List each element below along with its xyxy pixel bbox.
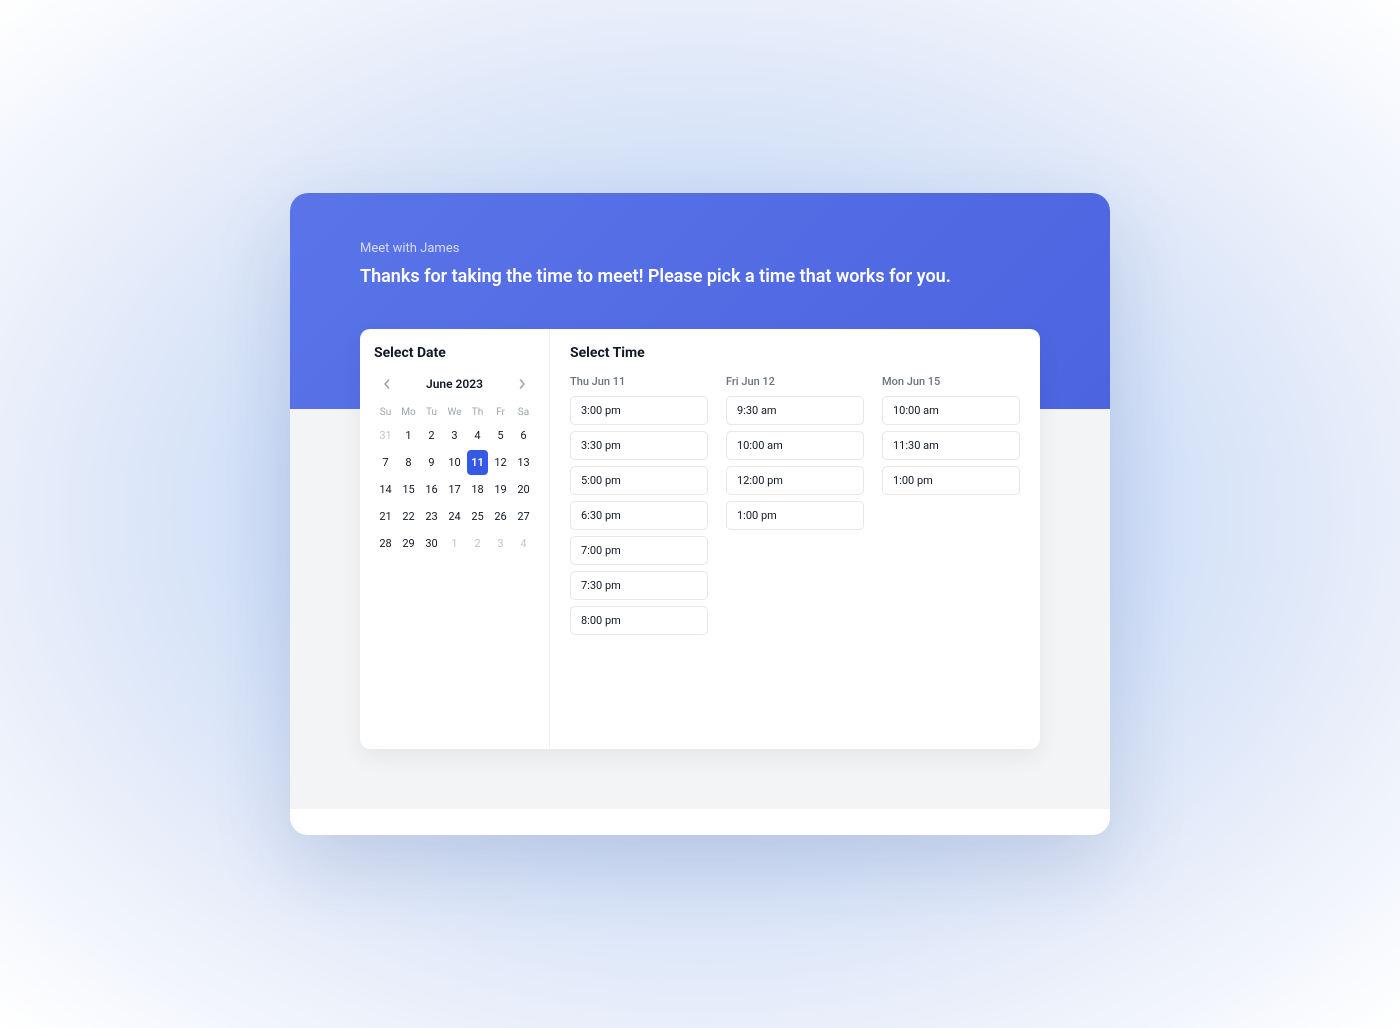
prev-month-button[interactable]	[378, 375, 396, 393]
time-panel: Select Time Thu Jun 11 3:00 pm 3:30 pm 5:00…	[550, 329, 1040, 749]
weekday-label: Th	[466, 403, 489, 422]
weekday-label: Mo	[397, 403, 420, 422]
banner-subtitle: Meet with James	[360, 241, 1040, 256]
month-nav: June 2023	[374, 375, 535, 393]
calendar-day[interactable]: 13	[513, 450, 534, 475]
time-slot[interactable]: 8:00 pm	[570, 606, 708, 635]
calendar-day[interactable]: 3	[444, 423, 465, 448]
time-slot[interactable]: 6:30 pm	[570, 501, 708, 530]
time-column-header: Fri Jun 12	[726, 375, 864, 388]
calendar-day[interactable]: 26	[490, 504, 511, 529]
weekday-label: Fr	[489, 403, 512, 422]
time-slot[interactable]: 10:00 am	[882, 396, 1020, 425]
time-slot[interactable]: 7:00 pm	[570, 536, 708, 565]
calendar-day[interactable]: 28	[375, 531, 396, 556]
calendar-week: 21222324252627	[374, 503, 535, 530]
calendar-day[interactable]: 7	[375, 450, 396, 475]
calendar-day[interactable]: 9	[421, 450, 442, 475]
time-slot[interactable]: 1:00 pm	[882, 466, 1020, 495]
calendar-day[interactable]: 4	[513, 531, 534, 556]
calendar-week: 2829301234	[374, 530, 535, 557]
weekday-label: Su	[374, 403, 397, 422]
time-slot[interactable]: 12:00 pm	[726, 466, 864, 495]
calendar-day[interactable]: 1	[444, 531, 465, 556]
time-slot[interactable]: 3:00 pm	[570, 396, 708, 425]
time-slot[interactable]: 7:30 pm	[570, 571, 708, 600]
calendar-day[interactable]: 27	[513, 504, 534, 529]
app-screen: Meet with James Thanks for taking the ti…	[290, 193, 1110, 809]
calendar-day[interactable]: 20	[513, 477, 534, 502]
weekday-header: SuMoTuWeThFrSa	[374, 403, 535, 422]
chevron-right-icon	[517, 379, 527, 389]
date-panel-title: Select Date	[374, 345, 535, 361]
weekday-label: Sa	[512, 403, 535, 422]
calendar-day[interactable]: 2	[467, 531, 488, 556]
calendar-day[interactable]: 12	[490, 450, 511, 475]
calendar-day[interactable]: 5	[490, 423, 511, 448]
calendar-day[interactable]: 23	[421, 504, 442, 529]
calendar-day[interactable]: 14	[375, 477, 396, 502]
calendar-day[interactable]: 30	[421, 531, 442, 556]
time-slot[interactable]: 3:30 pm	[570, 431, 708, 460]
laptop-frame: Meet with James Thanks for taking the ti…	[290, 193, 1110, 835]
calendar-day[interactable]: 16	[421, 477, 442, 502]
calendar-day[interactable]: 25	[467, 504, 488, 529]
calendar-body: 3112345678910111213141516171819202122232…	[374, 422, 535, 557]
chevron-left-icon	[382, 379, 392, 389]
weekday-label: We	[443, 403, 466, 422]
calendar-day[interactable]: 29	[398, 531, 419, 556]
calendar-day[interactable]: 1	[398, 423, 419, 448]
calendar-day[interactable]: 15	[398, 477, 419, 502]
time-panel-title: Select Time	[570, 345, 1020, 361]
time-columns: Thu Jun 11 3:00 pm 3:30 pm 5:00 pm 6:30 pm 7:…	[570, 375, 1020, 641]
calendar-week: 31123456	[374, 422, 535, 449]
time-slot[interactable]: 11:30 am	[882, 431, 1020, 460]
weekday-label: Tu	[420, 403, 443, 422]
calendar-day[interactable]: 31	[375, 423, 396, 448]
calendar-day[interactable]: 4	[467, 423, 488, 448]
time-slot[interactable]: 5:00 pm	[570, 466, 708, 495]
banner-title: Thanks for taking the time to meet! Plea…	[360, 264, 1040, 289]
calendar-day[interactable]: 3	[490, 531, 511, 556]
calendar-day[interactable]: 21	[375, 504, 396, 529]
time-column: Thu Jun 11 3:00 pm 3:30 pm 5:00 pm 6:30 pm 7:…	[570, 375, 708, 641]
time-column-header: Mon Jun 15	[882, 375, 1020, 388]
calendar-day[interactable]: 8	[398, 450, 419, 475]
date-panel: Select Date June 2023 SuMoTuWeThFrSa 311…	[360, 329, 550, 749]
calendar-week: 14151617181920	[374, 476, 535, 503]
calendar-day[interactable]: 18	[467, 477, 488, 502]
time-column: Mon Jun 15 10:00 am 11:30 am 1:00 pm	[882, 375, 1020, 641]
calendar-day[interactable]: 19	[490, 477, 511, 502]
calendar-day[interactable]: 24	[444, 504, 465, 529]
time-column: Fri Jun 12 9:30 am 10:00 am 12:00 pm 1:00 pm	[726, 375, 864, 641]
month-label: June 2023	[426, 377, 483, 391]
calendar-day[interactable]: 6	[513, 423, 534, 448]
time-slot[interactable]: 9:30 am	[726, 396, 864, 425]
next-month-button[interactable]	[513, 375, 531, 393]
time-column-header: Thu Jun 11	[570, 375, 708, 388]
calendar-day[interactable]: 11	[467, 450, 488, 475]
calendar-week: 78910111213	[374, 449, 535, 476]
laptop-base	[290, 809, 1110, 835]
time-slot[interactable]: 10:00 am	[726, 431, 864, 460]
scheduler-card: Select Date June 2023 SuMoTuWeThFrSa 311…	[360, 329, 1040, 749]
calendar-day[interactable]: 22	[398, 504, 419, 529]
time-slot[interactable]: 1:00 pm	[726, 501, 864, 530]
calendar-day[interactable]: 2	[421, 423, 442, 448]
calendar-day[interactable]: 10	[444, 450, 465, 475]
calendar-day[interactable]: 17	[444, 477, 465, 502]
